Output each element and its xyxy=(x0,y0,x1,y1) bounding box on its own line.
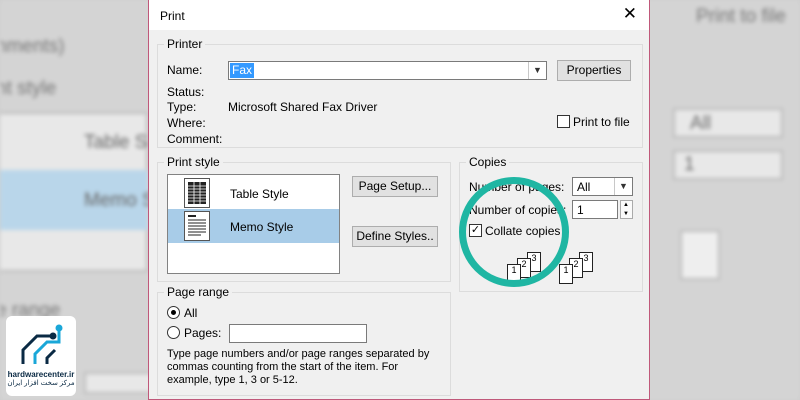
page-range-pages-label[interactable]: Pages: xyxy=(184,326,221,340)
copies-legend: Copies xyxy=(466,155,510,169)
style-item-label: Memo Style xyxy=(230,220,294,234)
page-icon: 1 xyxy=(559,264,573,284)
style-item-label: Table Style xyxy=(230,187,289,201)
bg-input xyxy=(84,372,154,394)
bg-text-style: nt style xyxy=(0,78,57,99)
print-to-file-label[interactable]: Print to file xyxy=(573,115,630,129)
page-range-all-label[interactable]: All xyxy=(184,306,197,320)
bg-text-table: Table S xyxy=(84,132,148,153)
logo-text-fa: مرکز سخت افزار ایران xyxy=(7,380,75,387)
number-of-copies-label: Number of copies: xyxy=(469,203,567,217)
memo-style-icon xyxy=(184,211,210,241)
spin-down-icon[interactable]: ▼ xyxy=(623,210,629,219)
page-range-help-3: example, type 1, 3 or 5-12. xyxy=(167,374,298,386)
page-range-help-1: Type page numbers and/or page ranges sep… xyxy=(167,348,430,360)
spin-up-icon[interactable]: ▲ xyxy=(623,201,629,210)
table-style-icon xyxy=(184,178,210,208)
bg-text-top: nments) xyxy=(0,36,65,57)
logo-text-en: hardwarecenter.ir xyxy=(7,370,75,379)
brand-logo: hardwarecenter.ir مرکز سخت افزار ایران xyxy=(6,316,76,396)
number-of-copies-value: 1 xyxy=(577,203,584,217)
type-label: Type: xyxy=(167,100,197,114)
page-range-input[interactable] xyxy=(229,324,367,343)
status-label: Status: xyxy=(167,85,205,99)
bg-text-one: 1 xyxy=(684,154,695,175)
printer-name-combo[interactable]: Fax ▼ xyxy=(228,61,547,80)
style-item-memo[interactable]: Memo Style xyxy=(168,209,339,243)
page-range-legend: Page range xyxy=(164,285,233,299)
chevron-down-icon[interactable]: ▼ xyxy=(528,62,546,79)
logo-mark-icon xyxy=(21,324,63,364)
close-icon[interactable]: ✕ xyxy=(623,5,637,23)
bg-text-all: All xyxy=(690,113,712,134)
dialog-title: Print xyxy=(160,9,185,23)
style-item-table[interactable]: Table Style xyxy=(168,176,339,210)
print-to-file-checkbox[interactable] xyxy=(557,115,570,128)
title-bar: Print ✕ xyxy=(149,0,649,30)
number-of-pages-combo[interactable]: All ▼ xyxy=(572,177,633,196)
number-of-pages-value: All xyxy=(577,180,591,194)
printer-legend: Printer xyxy=(164,37,206,51)
page-range-all-radio[interactable] xyxy=(167,306,180,319)
collate-copies-label[interactable]: Collate copies xyxy=(485,224,560,238)
page-range-pages-radio[interactable] xyxy=(167,326,180,339)
page-icon: 1 xyxy=(507,264,521,284)
page-setup-button[interactable]: Page Setup... xyxy=(352,176,438,197)
page-range-help-2: commas counting from the start of the it… xyxy=(167,361,399,373)
type-value: Microsoft Shared Fax Driver xyxy=(228,100,378,114)
number-of-pages-label: Number of pages: xyxy=(469,180,565,194)
collate-pages-illustration: 3 2 1 xyxy=(551,252,597,288)
bg-text-memo: Memo S xyxy=(84,190,155,211)
define-styles-button[interactable]: Define Styles.. xyxy=(352,226,438,247)
chevron-down-icon[interactable]: ▼ xyxy=(614,178,632,195)
printer-name-value: Fax xyxy=(230,63,255,78)
print-style-list[interactable]: Table Style Memo Style xyxy=(167,174,340,274)
print-style-legend: Print style xyxy=(164,155,223,169)
printer-name-label: Name: xyxy=(167,63,203,77)
where-label: Where: xyxy=(167,116,206,130)
copies-spinner[interactable]: ▲ ▼ xyxy=(620,200,633,219)
bg-text-print-to-file: Print to file xyxy=(696,6,786,27)
collate-pages-illustration: 3 2 1 xyxy=(505,252,551,288)
print-dialog: Print ✕ Printer Name: Fax ▼ Properties S… xyxy=(148,0,650,400)
collate-copies-checkbox[interactable]: ✓ xyxy=(469,224,482,237)
number-of-copies-input[interactable]: 1 xyxy=(572,200,618,219)
bg-page-thumb xyxy=(680,230,720,280)
properties-button[interactable]: Properties xyxy=(557,60,631,81)
comment-label: Comment: xyxy=(167,132,223,146)
